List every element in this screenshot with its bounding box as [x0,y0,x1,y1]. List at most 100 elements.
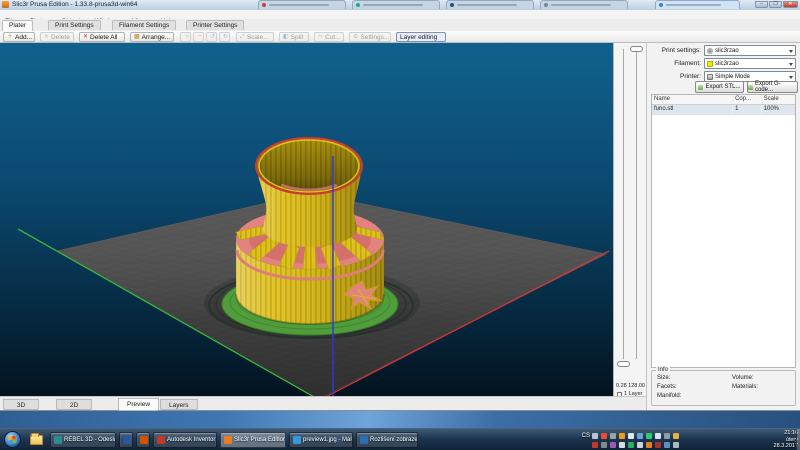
taskbar-button-display-settings[interactable]: Rozlišení zobrazení [356,432,418,448]
3d-viewport[interactable] [0,43,613,396]
tray-icon[interactable] [655,442,661,448]
tab-favicon-icon [450,3,454,7]
taskbar-button-inventor[interactable]: Autodesk Inventor Pr... [153,432,217,448]
layer-slider-handle-low[interactable] [617,361,630,367]
view-tab-preview[interactable]: Preview [118,398,159,411]
filament-select[interactable]: slic3rzao [704,58,796,69]
filament-color-swatch [707,61,713,67]
tray-icon[interactable] [601,433,607,439]
view-tab-layers[interactable]: Layers [160,399,198,410]
scale-icon: ⤢ [240,34,245,40]
print-settings-label: Print settings: [647,45,701,56]
arrange-icon: ▦ [134,34,140,40]
split-icon: ◧ [283,34,289,40]
tray-icon[interactable] [655,433,661,439]
export-icon [748,85,753,90]
info-box: Info Size: Facets: Manifold: Volume: Mat… [651,370,796,406]
show-desktop-button[interactable] [796,429,800,450]
tray-icon[interactable] [664,442,670,448]
more-copies-button[interactable]: ＋ [180,32,191,42]
delete-button[interactable]: ✕Delete [40,32,74,42]
app-icon [293,436,301,444]
fewer-copies-button[interactable]: － [193,32,204,42]
background-browser-tab[interactable] [352,0,440,9]
close-button[interactable]: ✕ [783,1,798,8]
taskbar-button-slic3r[interactable]: Slic3r Prusa Edition - ... [220,432,286,448]
tab-print-settings[interactable]: Print Settings [48,20,101,30]
table-row[interactable]: funo.stl 1 100% [652,105,795,115]
language-indicator[interactable]: CS [582,433,590,439]
screen: Slic3r Prusa Edition - 1.33.8-prusa3d-wi… [0,0,800,450]
layer-slider-handle-high[interactable] [630,46,643,52]
view-tab-3d[interactable]: 3D [3,399,39,410]
tray-icon[interactable] [646,433,652,439]
minimize-button[interactable]: – [755,1,768,8]
tray-icon[interactable] [637,442,643,448]
tray-icon[interactable] [673,442,679,448]
tray-icon[interactable] [610,442,616,448]
explorer-icon[interactable] [30,435,43,445]
tray-icon[interactable] [592,442,598,448]
layer-slider-panel: 0.28 128.00 1 Layer [613,43,646,410]
settings-button[interactable]: ⚙Settings... [349,32,391,42]
tray-icon[interactable] [601,442,607,448]
materials-label: Materials: [732,384,758,390]
taskbar-button-rebel[interactable]: REBEL 3D - Odeslat o... [50,432,116,448]
chevron-down-icon [789,63,793,66]
taskbar-button-app[interactable] [136,432,150,448]
rotate-cw-button[interactable]: ↻ [219,32,230,42]
taskbar-button-word[interactable] [119,432,133,448]
tray-icon[interactable] [637,433,643,439]
split-button[interactable]: ◧Split [279,32,309,42]
print-settings-select[interactable]: slic3rzao [704,45,796,56]
windows-logo-icon [9,436,17,444]
layer-value-high: 128.00 [628,383,645,389]
view-tab-2d[interactable]: 2D [56,399,92,410]
taskbar-button-paint[interactable]: preview1.jpg - Malov... [289,432,353,448]
more-icon: ＋ [184,34,190,40]
export-stl-button[interactable]: Export STL... [695,81,744,93]
add-button[interactable]: ＋Add... [3,32,35,42]
arrange-button[interactable]: ▦Arrange... [130,32,174,42]
rotate-ccw-icon: ↺ [210,34,215,40]
layer-slider-track-low[interactable] [623,49,624,359]
tab-favicon-icon [659,3,663,7]
tab-filament-settings[interactable]: Filament Settings [112,20,176,30]
app-icon [140,436,148,444]
app-icon [224,436,232,444]
app-tabbar: Plater Print Settings Filament Settings … [0,19,800,31]
tray-icon[interactable] [673,433,679,439]
maximize-button[interactable]: ❐ [769,1,782,8]
tray-icon[interactable] [610,433,616,439]
rotate-ccw-button[interactable]: ↺ [206,32,217,42]
tray-icon[interactable] [646,442,652,448]
taskbar-clock[interactable]: 21:16 úterý 28.3.2017 [756,430,798,450]
export-gcode-button[interactable]: Export G-code... [747,81,798,93]
app-icon [157,436,165,444]
delete-all-button[interactable]: ✕Delete All [79,32,125,42]
tab-favicon-icon [262,3,266,7]
tray-icon[interactable] [592,433,598,439]
layer-slider-track-high[interactable] [636,49,637,359]
tray-icon[interactable] [664,433,670,439]
scale-button[interactable]: ⤢Scale... [236,32,274,42]
layer-editing-button[interactable]: Layer editing [396,32,446,42]
fewer-icon: － [197,34,203,40]
background-browser-tab[interactable] [446,0,534,9]
object-list-header: Name Cop... Scale [652,95,795,105]
background-browser-tab[interactable] [540,0,628,9]
tray-icon[interactable] [619,442,625,448]
app-icon [2,1,9,8]
facets-label: Facets: [657,384,677,390]
background-browser-tab[interactable] [655,0,740,9]
settings-icon: ⚙ [353,34,358,40]
tab-plater[interactable]: Plater [2,20,33,31]
tab-printer-settings[interactable]: Printer Settings [186,20,244,30]
cut-button[interactable]: ✂Cut... [314,32,344,42]
rotate-cw-icon: ↻ [223,34,228,40]
tray-icon[interactable] [619,433,625,439]
tray-icon[interactable] [628,433,634,439]
background-browser-tab[interactable] [258,0,346,9]
object-list: Name Cop... Scale funo.stl 1 100% [651,94,796,368]
tray-icon[interactable] [628,442,634,448]
